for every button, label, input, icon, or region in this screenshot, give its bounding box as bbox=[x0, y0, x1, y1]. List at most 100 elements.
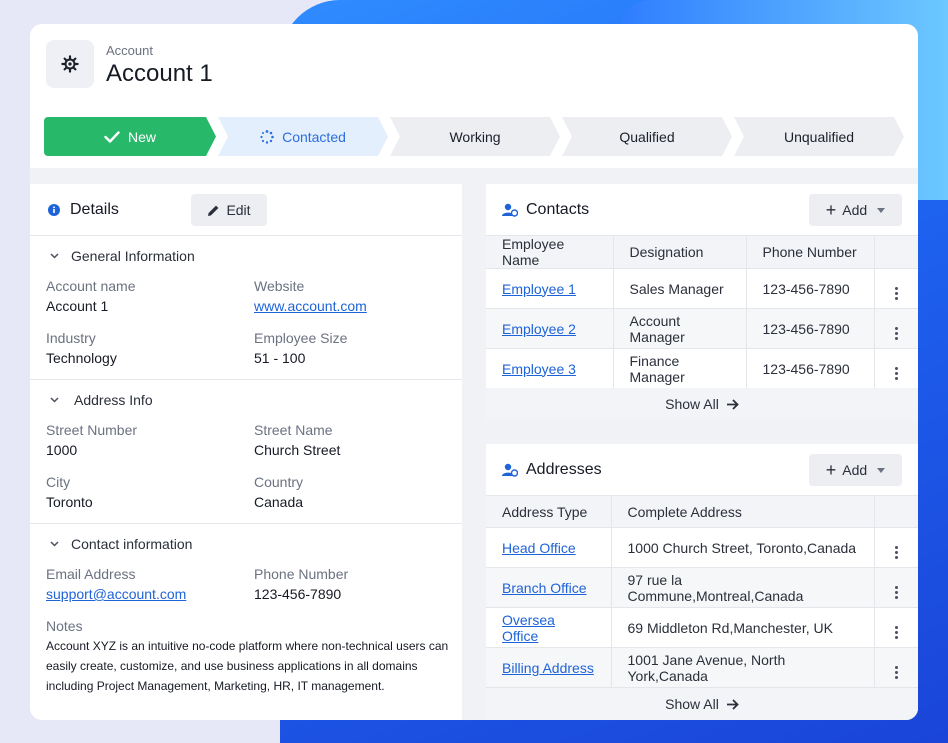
phone-cell: 123-456-7890 bbox=[746, 268, 875, 309]
street-name-value: Church Street bbox=[254, 442, 341, 458]
table-row: Employee 1 Sales Manager 123-456-7890 bbox=[486, 268, 918, 309]
designation-cell: Sales Manager bbox=[613, 268, 747, 309]
user-group-icon bbox=[502, 463, 518, 477]
caret-down-icon bbox=[877, 207, 886, 213]
addresses-panel: Addresses + Add Address Type Complete Ad… bbox=[486, 444, 918, 720]
edit-button[interactable]: Edit bbox=[191, 194, 267, 226]
stage-label: Working bbox=[449, 128, 501, 145]
add-label: Add bbox=[842, 202, 868, 218]
show-all-label: Show All bbox=[665, 696, 719, 712]
divider bbox=[30, 523, 462, 524]
website-label: Website bbox=[254, 278, 305, 294]
section-heading: Address Info bbox=[74, 392, 153, 408]
address-info-toggle[interactable]: Address Info bbox=[50, 392, 153, 408]
more-options-icon[interactable] bbox=[894, 626, 898, 639]
employee-link[interactable]: Employee 2 bbox=[502, 321, 576, 337]
employee-link[interactable]: Employee 1 bbox=[502, 281, 576, 297]
more-options-icon[interactable] bbox=[894, 666, 898, 679]
info-icon bbox=[48, 204, 60, 216]
page-title: Account 1 bbox=[106, 60, 213, 87]
more-options-icon[interactable] bbox=[894, 546, 898, 559]
column-header[interactable]: Employee Name bbox=[486, 235, 614, 269]
notes-text: Account XYZ is an intuitive no-code plat… bbox=[46, 639, 449, 693]
chevron-down-icon bbox=[50, 253, 59, 259]
pencil-icon bbox=[208, 205, 219, 216]
column-header[interactable]: Address Type bbox=[486, 495, 612, 528]
actions-column-header bbox=[874, 495, 918, 528]
table-row: Employee 3 Finance Manager 123-456-7890 bbox=[486, 348, 918, 389]
country-label: Country bbox=[254, 474, 304, 490]
address-type-link[interactable]: Branch Office bbox=[502, 580, 587, 596]
stage-label: New bbox=[127, 128, 156, 145]
divider bbox=[30, 235, 462, 236]
website-link[interactable]: www.account.com bbox=[254, 298, 367, 314]
more-options-icon[interactable] bbox=[894, 287, 898, 300]
arrow-right-icon bbox=[726, 698, 739, 710]
table-row: Oversea Office 69 Middleton Rd,Mancheste… bbox=[486, 607, 918, 648]
address-cell: 97 rue la Commune,Montreal,Canada bbox=[611, 567, 875, 608]
email-label: Email Address bbox=[46, 566, 136, 582]
stage-unqualified[interactable]: Unqualified bbox=[734, 117, 904, 156]
country-value: Canada bbox=[254, 494, 304, 510]
column-header[interactable]: Complete Address bbox=[611, 495, 875, 528]
account-name-label: Account name bbox=[46, 278, 136, 294]
city-label: City bbox=[46, 474, 71, 490]
section-heading: General Information bbox=[71, 248, 195, 264]
column-header[interactable]: Designation bbox=[613, 235, 747, 269]
stage-label: Qualified bbox=[619, 128, 675, 145]
contacts-show-all-button[interactable]: Show All bbox=[486, 388, 918, 420]
designation-cell: Finance Manager bbox=[613, 348, 747, 389]
contacts-panel: Contacts + Add Employee Name Designation… bbox=[486, 184, 918, 420]
gear-icon bbox=[61, 55, 79, 73]
column-header[interactable]: Phone Number bbox=[746, 235, 875, 269]
email-link[interactable]: support@account.com bbox=[46, 586, 186, 602]
employee-size-label: Employee Size bbox=[254, 330, 348, 346]
employee-link[interactable]: Employee 3 bbox=[502, 361, 576, 377]
address-cell: 69 Middleton Rd,Manchester, UK bbox=[611, 607, 875, 648]
chevron-down-icon bbox=[50, 541, 59, 547]
stage-label: Unqualified bbox=[783, 128, 855, 145]
street-number-label: Street Number bbox=[46, 422, 138, 438]
more-options-icon[interactable] bbox=[894, 327, 898, 340]
add-contact-button[interactable]: + Add bbox=[809, 194, 902, 226]
address-type-link[interactable]: Head Office bbox=[502, 540, 576, 556]
add-address-button[interactable]: + Add bbox=[809, 454, 902, 486]
breadcrumb: Account bbox=[106, 43, 153, 58]
stage-contacted[interactable]: Contacted bbox=[218, 117, 388, 156]
more-options-icon[interactable] bbox=[894, 367, 898, 380]
notes-label: Notes bbox=[46, 618, 83, 634]
add-label: Add bbox=[842, 462, 868, 478]
chevron-down-icon bbox=[50, 397, 59, 403]
street-name-label: Street Name bbox=[254, 422, 333, 438]
stage-label: Contacted bbox=[282, 128, 346, 145]
edit-label: Edit bbox=[226, 202, 251, 218]
account-card: Account Account 1 New Contacted Working … bbox=[30, 24, 918, 720]
street-number-value: 1000 bbox=[46, 442, 78, 458]
stage-new[interactable]: New bbox=[44, 117, 216, 156]
addresses-title: Addresses bbox=[526, 461, 602, 478]
table-row: Employee 2 Account Manager 123-456-7890 bbox=[486, 308, 918, 349]
contact-information-toggle[interactable]: Contact information bbox=[50, 536, 192, 552]
address-cell: 1000 Church Street, Toronto,Canada bbox=[611, 527, 875, 568]
details-title: Details bbox=[70, 201, 119, 218]
stage-working[interactable]: Working bbox=[390, 117, 560, 156]
table-row: Branch Office 97 rue la Commune,Montreal… bbox=[486, 567, 918, 608]
table-row: Head Office 1000 Church Street, Toronto,… bbox=[486, 527, 918, 568]
show-all-label: Show All bbox=[665, 396, 719, 412]
loading-spinner-icon bbox=[260, 130, 274, 144]
address-type-link[interactable]: Billing Address bbox=[502, 660, 594, 676]
more-options-icon[interactable] bbox=[894, 586, 898, 599]
stage-qualified[interactable]: Qualified bbox=[562, 117, 732, 156]
addresses-table: Address Type Complete Address Head Offic… bbox=[486, 495, 918, 688]
address-type-link[interactable]: Oversea Office bbox=[502, 612, 555, 644]
divider bbox=[30, 379, 462, 380]
caret-down-icon bbox=[877, 467, 886, 473]
account-header: Account Account 1 New Contacted Working … bbox=[30, 24, 918, 168]
contacts-title: Contacts bbox=[526, 201, 590, 218]
plus-icon: + bbox=[825, 460, 837, 480]
address-cell: 1001 Jane Avenue, North York,Canada bbox=[611, 647, 875, 688]
phone-value: 123-456-7890 bbox=[254, 586, 342, 602]
phone-cell: 123-456-7890 bbox=[746, 308, 875, 349]
addresses-show-all-button[interactable]: Show All bbox=[486, 688, 918, 720]
general-information-toggle[interactable]: General Information bbox=[50, 248, 195, 264]
